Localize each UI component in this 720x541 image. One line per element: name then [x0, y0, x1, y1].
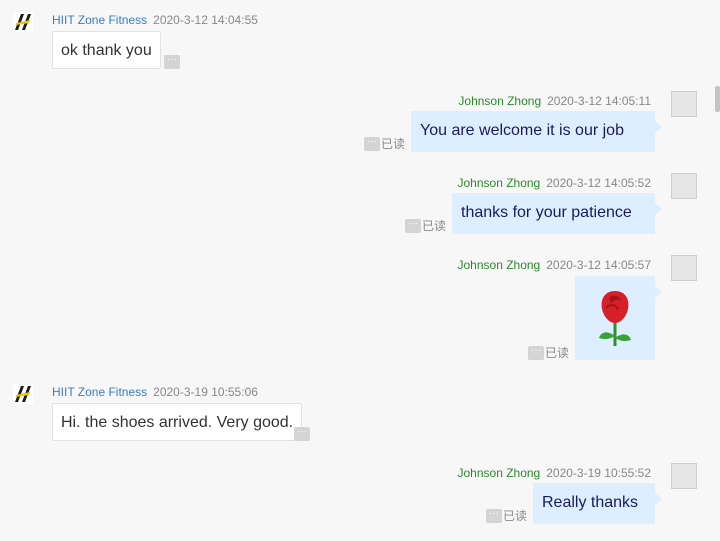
message-timestamp: 2020-3-12 14:05:57	[546, 258, 651, 272]
message-bubble: thanks for your patience	[452, 193, 662, 234]
more-options-icon[interactable]: ···	[364, 137, 380, 151]
message-bubble: Hi. the shoes arrived. Very good.	[52, 403, 303, 441]
sender-name: HIIT Zone Fitness	[52, 13, 148, 27]
message-meta: Johnson Zhong 2020-3-19 10:55:52	[458, 466, 652, 480]
hiit-logo-icon	[12, 11, 38, 37]
more-options-icon[interactable]: ···	[405, 219, 421, 233]
message-text: Hi. the shoes arrived. Very good.	[61, 414, 294, 431]
sender-name: Johnson Zhong	[457, 258, 541, 272]
sender-name: Johnson Zhong	[457, 176, 541, 190]
sender-name: HIIT Zone Fitness	[52, 385, 148, 399]
message-timestamp: 2020-3-19 10:55:06	[153, 385, 258, 399]
message-bubble: Really thanks	[533, 483, 662, 524]
message-meta: HIIT Zone Fitness 2020-3-12 14:04:55	[52, 13, 258, 27]
read-status: 已读	[545, 346, 570, 360]
message-text: You are welcome it is our job	[420, 122, 624, 139]
user-avatar-icon	[671, 91, 697, 117]
message-bubble: ok thank you	[52, 31, 161, 69]
message-meta: Johnson Zhong 2020-3-12 14:05:57	[458, 258, 652, 272]
message-bubble: 🌹	[575, 276, 662, 360]
more-options-icon[interactable]: ···	[164, 55, 180, 69]
message-timestamp: 2020-3-12 14:05:52	[546, 176, 651, 190]
user-avatar-icon	[671, 255, 697, 281]
scrollbar-thumb[interactable]	[715, 86, 720, 112]
user-avatar-icon	[671, 173, 697, 199]
message-timestamp: 2020-3-19 10:55:52	[546, 466, 651, 480]
sender-name: Johnson Zhong	[458, 94, 542, 108]
message-timestamp: 2020-3-12 14:05:11	[547, 94, 651, 108]
more-options-icon[interactable]: ···	[486, 509, 502, 523]
user-avatar-icon	[671, 463, 697, 489]
sender-name: Johnson Zhong	[457, 466, 541, 480]
message-meta: Johnson Zhong 2020-3-12 14:05:52	[458, 176, 652, 190]
more-options-icon[interactable]: ···	[294, 427, 310, 441]
message-meta: HIIT Zone Fitness 2020-3-19 10:55:06	[52, 385, 258, 399]
rose-emoji-icon	[599, 291, 631, 346]
message-text: Really thanks	[542, 494, 639, 511]
read-status: 已读	[422, 219, 447, 233]
message-meta: Johnson Zhong 2020-3-12 14:05:11	[458, 94, 651, 108]
message-timestamp: 2020-3-12 14:04:55	[153, 13, 258, 27]
hiit-logo-icon	[12, 383, 38, 409]
read-status: 已读	[503, 509, 528, 523]
more-options-icon[interactable]: ···	[528, 346, 544, 360]
read-status: 已读	[381, 137, 406, 151]
message-text: thanks for your patience	[461, 204, 632, 221]
chat-history: HIIT Zone Fitness 2020-3-12 14:04:55 ok t…	[0, 0, 720, 541]
message-text: ok thank you	[61, 42, 152, 59]
message-bubble: You are welcome it is our job	[411, 111, 662, 152]
